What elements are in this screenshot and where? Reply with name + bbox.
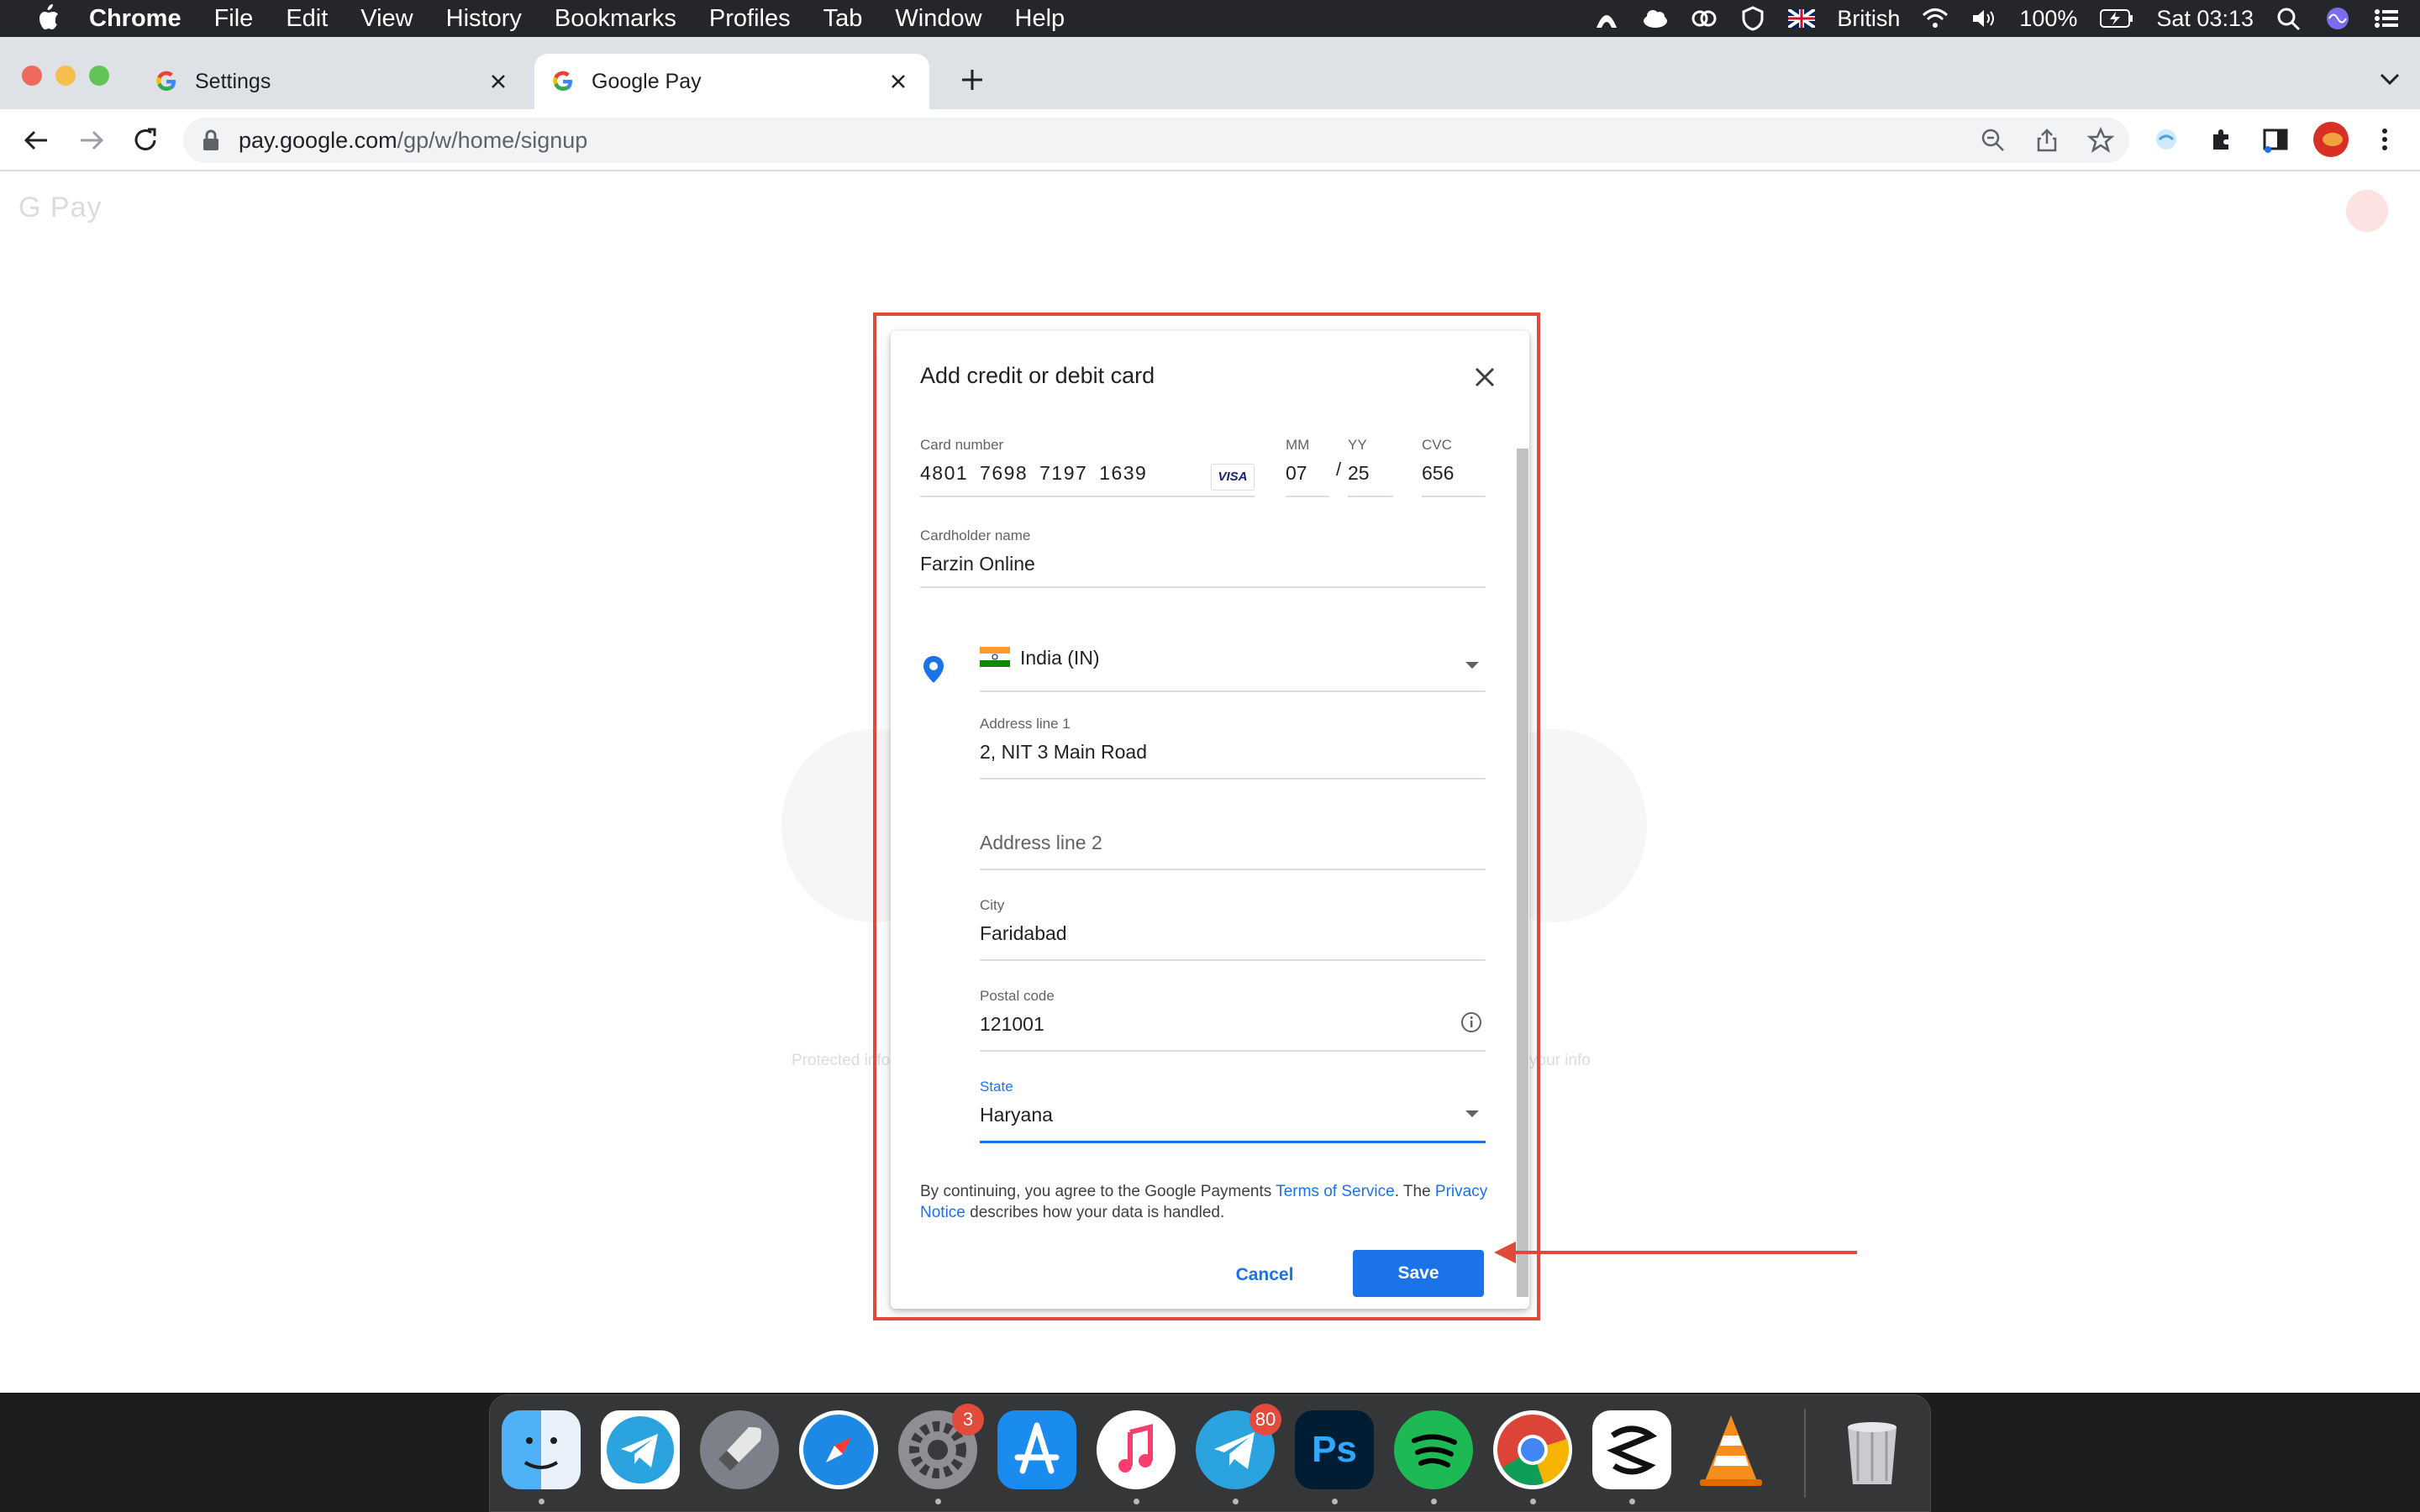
extension-icon[interactable] <box>2151 124 2181 155</box>
traffic-cone-icon <box>1700 1415 1762 1486</box>
rocket-icon <box>718 1427 761 1471</box>
google-pay-logo[interactable]: G Pay <box>18 192 102 224</box>
telegram-app-icon[interactable] <box>601 1410 680 1489</box>
menu-edit[interactable]: Edit <box>286 5 328 33</box>
new-tab-plus-icon[interactable] <box>958 66 986 94</box>
zoom-window-button[interactable] <box>89 66 109 86</box>
safari-app-icon[interactable] <box>799 1410 878 1489</box>
running-indicator <box>1332 1499 1338 1504</box>
telegram-plane-icon <box>607 1416 674 1483</box>
lock-icon[interactable] <box>202 129 220 151</box>
google-favicon-icon <box>156 71 176 91</box>
menu-bar: Chrome File Edit View History Bookmarks … <box>0 0 2420 37</box>
page-content: G Pay Protected info your info Add credi… <box>0 171 2420 1393</box>
running-indicator <box>1530 1499 1536 1504</box>
close-tab-icon[interactable] <box>886 69 911 94</box>
chrome-logo-icon <box>1497 1415 1569 1485</box>
finder-app-icon[interactable] <box>502 1410 581 1504</box>
running-indicator <box>1134 1499 1139 1504</box>
menu-tab[interactable]: Tab <box>823 5 863 33</box>
battery-icon[interactable] <box>2099 9 2134 28</box>
dock-separator <box>1804 1409 1806 1498</box>
running-indicator <box>935 1499 941 1504</box>
macos-dock: 3 80 Ps <box>489 1394 1931 1512</box>
menu-history[interactable]: History <box>446 5 522 33</box>
browser-toolbar: pay.google.com/gp/w/home/signup <box>0 109 2420 171</box>
tab-title: Settings <box>195 69 271 93</box>
volume-icon[interactable] <box>1970 6 1997 31</box>
finder-face-icon <box>523 1437 559 1469</box>
chrome-window: Settings Google Pay pay.google.com/gp/w/… <box>0 37 2420 1393</box>
siri-icon[interactable] <box>2324 6 2351 31</box>
spotify-app-icon[interactable] <box>1394 1410 1473 1504</box>
close-window-button[interactable] <box>22 66 42 86</box>
menu-window[interactable]: Window <box>895 5 981 33</box>
menu-profiles[interactable]: Profiles <box>709 5 791 33</box>
annotation-highlight-box <box>873 312 1540 1320</box>
tab-strip: Settings Google Pay <box>0 37 2420 109</box>
trash-can-icon <box>1848 1422 1897 1484</box>
account-avatar[interactable] <box>2346 190 2388 232</box>
snake-logo-icon <box>1607 1425 1658 1475</box>
tab-google-pay[interactable]: Google Pay <box>534 54 929 109</box>
share-icon[interactable] <box>2033 127 2060 154</box>
menu-file[interactable]: File <box>214 5 254 33</box>
launchpad-app-icon[interactable] <box>700 1410 779 1489</box>
tab-title: Google Pay <box>592 69 702 93</box>
url-text[interactable]: pay.google.com/gp/w/home/signup <box>239 128 587 154</box>
chrome-app-icon[interactable] <box>1493 1410 1572 1504</box>
close-tab-icon[interactable] <box>486 69 511 94</box>
creative-cloud-icon[interactable] <box>1691 6 1718 31</box>
wifi-icon[interactable] <box>1922 6 1949 31</box>
cloud-icon[interactable] <box>1642 6 1669 31</box>
annotation-arrow-icon <box>1494 1242 1857 1263</box>
notification-badge: 3 <box>952 1404 984 1436</box>
running-indicator <box>1629 1499 1635 1504</box>
menu-app-name[interactable]: Chrome <box>89 5 182 33</box>
back-arrow-icon[interactable] <box>22 126 50 155</box>
apple-icon[interactable] <box>34 3 60 34</box>
photoshop-label: Ps <box>1312 1429 1357 1470</box>
compass-icon <box>803 1415 874 1485</box>
vpn-icon[interactable] <box>1593 6 1620 31</box>
bookmark-star-icon[interactable] <box>2087 127 2114 154</box>
shield-icon[interactable] <box>1739 6 1766 31</box>
notification-badge: 80 <box>1249 1404 1281 1436</box>
spotify-waves-icon <box>1412 1434 1457 1467</box>
menu-bookmarks[interactable]: Bookmarks <box>555 5 676 33</box>
menubar-clock[interactable]: Sat 03:13 <box>2156 6 2254 32</box>
running-indicator <box>1431 1499 1437 1504</box>
puzzle-extensions-icon[interactable] <box>2207 124 2237 155</box>
running-indicator <box>1233 1499 1239 1504</box>
app-store-app-icon[interactable] <box>997 1410 1076 1489</box>
music-note-icon <box>1118 1424 1153 1473</box>
zoom-out-icon[interactable] <box>1980 127 2007 154</box>
google-favicon-icon <box>553 71 572 91</box>
minimize-window-button[interactable] <box>55 66 76 86</box>
telegram-desktop-app-icon[interactable]: 80 <box>1196 1404 1281 1504</box>
side-panel-icon[interactable] <box>2260 124 2291 155</box>
music-app-icon[interactable] <box>1097 1410 1176 1504</box>
forward-arrow-icon[interactable] <box>77 126 106 155</box>
spotlight-search-icon[interactable] <box>2275 6 2302 31</box>
menu-view[interactable]: View <box>360 5 413 33</box>
menu-help[interactable]: Help <box>1015 5 1065 33</box>
address-bar[interactable]: pay.google.com/gp/w/home/signup <box>183 118 2129 163</box>
photoshop-app-icon[interactable]: Ps <box>1295 1410 1374 1504</box>
vpn-app-icon[interactable] <box>1592 1410 1671 1504</box>
profile-avatar[interactable] <box>2312 121 2349 158</box>
vlc-app-icon[interactable] <box>1691 1410 1770 1489</box>
trash-icon[interactable] <box>1833 1410 1912 1489</box>
input-source-label[interactable]: British <box>1837 6 1900 32</box>
system-preferences-app-icon[interactable]: 3 <box>898 1404 984 1504</box>
tab-settings[interactable]: Settings <box>138 54 529 109</box>
uk-flag-icon[interactable] <box>1788 9 1816 28</box>
reload-icon[interactable] <box>131 126 160 155</box>
tab-search-chevron-icon[interactable] <box>2378 69 2402 89</box>
chrome-menu-kebab-icon[interactable] <box>2370 124 2400 155</box>
app-store-a-icon <box>1014 1422 1060 1474</box>
battery-percent: 100% <box>2019 5 2078 31</box>
control-center-icon[interactable] <box>2373 6 2400 31</box>
running-indicator <box>539 1499 544 1504</box>
